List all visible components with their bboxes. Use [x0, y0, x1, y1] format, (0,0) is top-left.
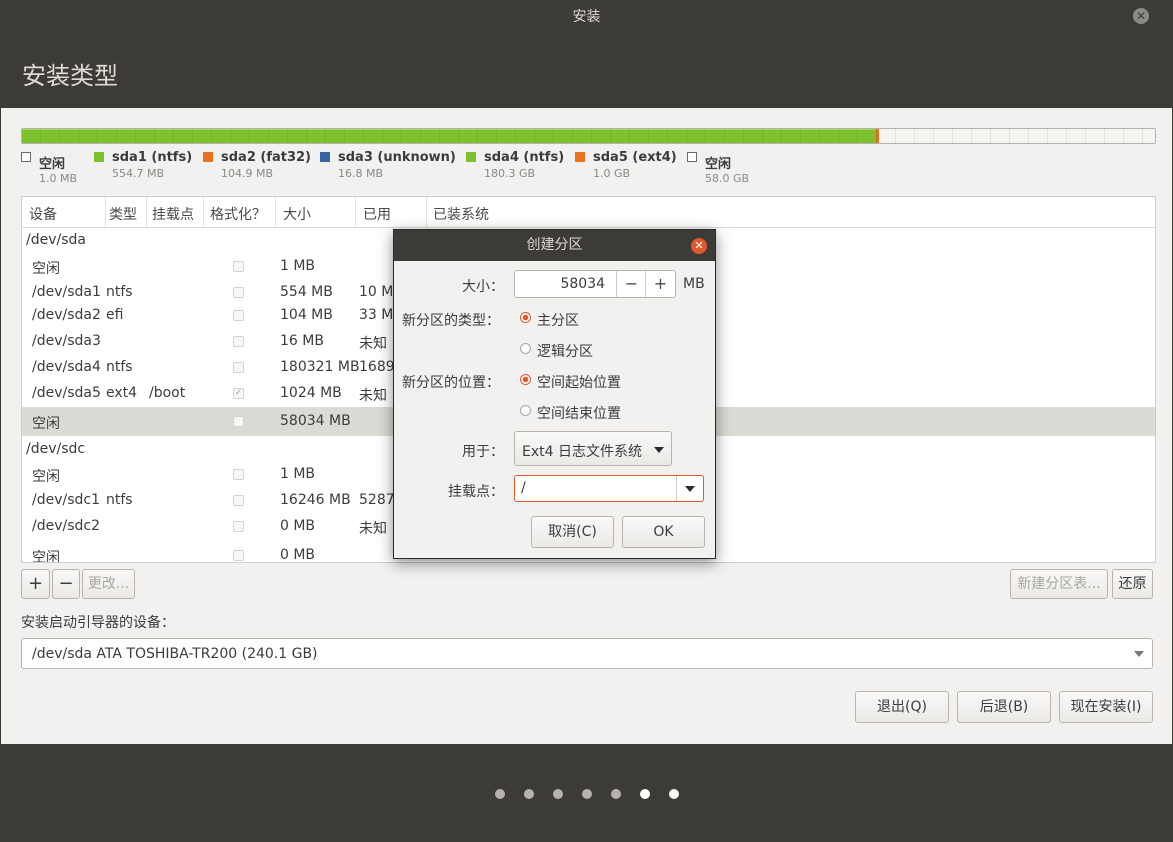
table-header: 设备 类型 挂载点 格式化？ 大小 已用 已装系统 [22, 197, 1155, 228]
column-header-type[interactable]: 类型 [109, 204, 137, 224]
close-icon[interactable]: ✕ [691, 238, 707, 254]
radio-location-end-label[interactable]: 空间结束位置 [537, 403, 621, 423]
ok-button[interactable]: OK [622, 516, 705, 548]
progress-dot [553, 789, 563, 799]
new-partition-table-button[interactable]: 新建分区表... [1010, 569, 1108, 599]
size-input[interactable]: 58034 [515, 276, 605, 292]
back-button[interactable]: 后退(B) [957, 691, 1051, 723]
format-checkbox [233, 362, 244, 373]
mount-point-dropdown-button[interactable] [676, 476, 703, 501]
swatch-ntfs [94, 152, 104, 162]
radio-logical[interactable] [520, 343, 531, 354]
column-header-system[interactable]: 已装系统 [433, 204, 489, 224]
chevron-down-icon [1134, 651, 1144, 657]
change-partition-button[interactable]: 更改... [82, 569, 135, 599]
increment-button[interactable]: + [645, 271, 675, 297]
radio-logical-label[interactable]: 逻辑分区 [537, 341, 593, 361]
progress-dot [611, 789, 621, 799]
swatch-ntfs [466, 152, 476, 162]
partition-type-label: 新分区的类型： [402, 313, 500, 329]
window-title: 安装 [572, 9, 601, 25]
format-checkbox [233, 495, 244, 506]
size-label: 大小： [462, 279, 504, 295]
install-now-button[interactable]: 现在安装(I) [1059, 691, 1153, 723]
filesystem-select[interactable]: Ext4 日志文件系统 [514, 431, 672, 466]
progress-dot-active [669, 789, 679, 799]
radio-location-start-label[interactable]: 空间起始位置 [537, 372, 621, 392]
mount-point-label: 挂载点： [448, 484, 504, 500]
radio-primary[interactable] [520, 312, 531, 323]
mount-point-combo[interactable]: / [514, 475, 704, 502]
format-checkbox-checked: ✓ [233, 388, 244, 399]
quit-button[interactable]: 退出(Q) [855, 691, 949, 723]
swatch-fat32 [203, 152, 213, 162]
size-spinbox[interactable]: 58034 − + [514, 270, 676, 298]
mount-point-input[interactable]: / [521, 480, 526, 496]
page-title: 安装类型 [22, 62, 118, 90]
format-checkbox [233, 521, 244, 532]
column-header-format[interactable]: 格式化？ [210, 204, 266, 224]
progress-dot [495, 789, 505, 799]
chevron-down-icon [654, 447, 664, 453]
partition-bar [21, 128, 1156, 144]
chevron-down-icon [685, 486, 695, 492]
close-icon[interactable]: ✕ [1133, 8, 1149, 24]
swatch-ext4 [575, 152, 585, 162]
cancel-button[interactable]: 取消(C) [531, 516, 614, 548]
progress-dot-active [640, 789, 650, 799]
format-checkbox [233, 310, 244, 321]
revert-button[interactable]: 还原 [1112, 569, 1153, 599]
format-checkbox [233, 550, 244, 561]
column-header-device[interactable]: 设备 [29, 204, 57, 224]
partition-location-label: 新分区的位置： [402, 375, 500, 391]
create-partition-dialog: 创建分区 ✕ 大小： 58034 − + MB 新分区的类型： 主分区 逻辑分区… [393, 229, 716, 559]
format-checkbox [233, 336, 244, 347]
progress-dot [524, 789, 534, 799]
bootloader-device-select[interactable]: /dev/sda ATA TOSHIBA-TR200 (240.1 GB) [21, 638, 1153, 669]
swatch-unknown [320, 152, 330, 162]
radio-location-end[interactable] [520, 405, 531, 416]
use-as-label: 用于： [462, 444, 504, 460]
column-header-size[interactable]: 大小 [283, 204, 311, 224]
add-partition-button[interactable]: + [21, 569, 50, 599]
size-unit: MB [683, 276, 705, 292]
column-header-mount[interactable]: 挂载点 [152, 204, 194, 224]
format-checkbox [233, 287, 244, 298]
progress-dot [582, 789, 592, 799]
format-checkbox [233, 416, 244, 427]
radio-primary-label[interactable]: 主分区 [537, 310, 579, 330]
window-titlebar: 安装 ✕ 安装类型 [0, 0, 1173, 108]
format-checkbox [233, 469, 244, 480]
decrement-button[interactable]: − [616, 271, 646, 297]
swatch-free [687, 152, 697, 162]
radio-location-start[interactable] [520, 374, 531, 385]
format-checkbox [233, 261, 244, 272]
column-header-used[interactable]: 已用 [363, 204, 391, 224]
bootloader-label: 安装启动引导器的设备： [21, 615, 175, 631]
remove-partition-button[interactable]: − [52, 569, 80, 599]
dialog-title: 创建分区 [394, 230, 715, 261]
swatch-free [21, 152, 31, 162]
